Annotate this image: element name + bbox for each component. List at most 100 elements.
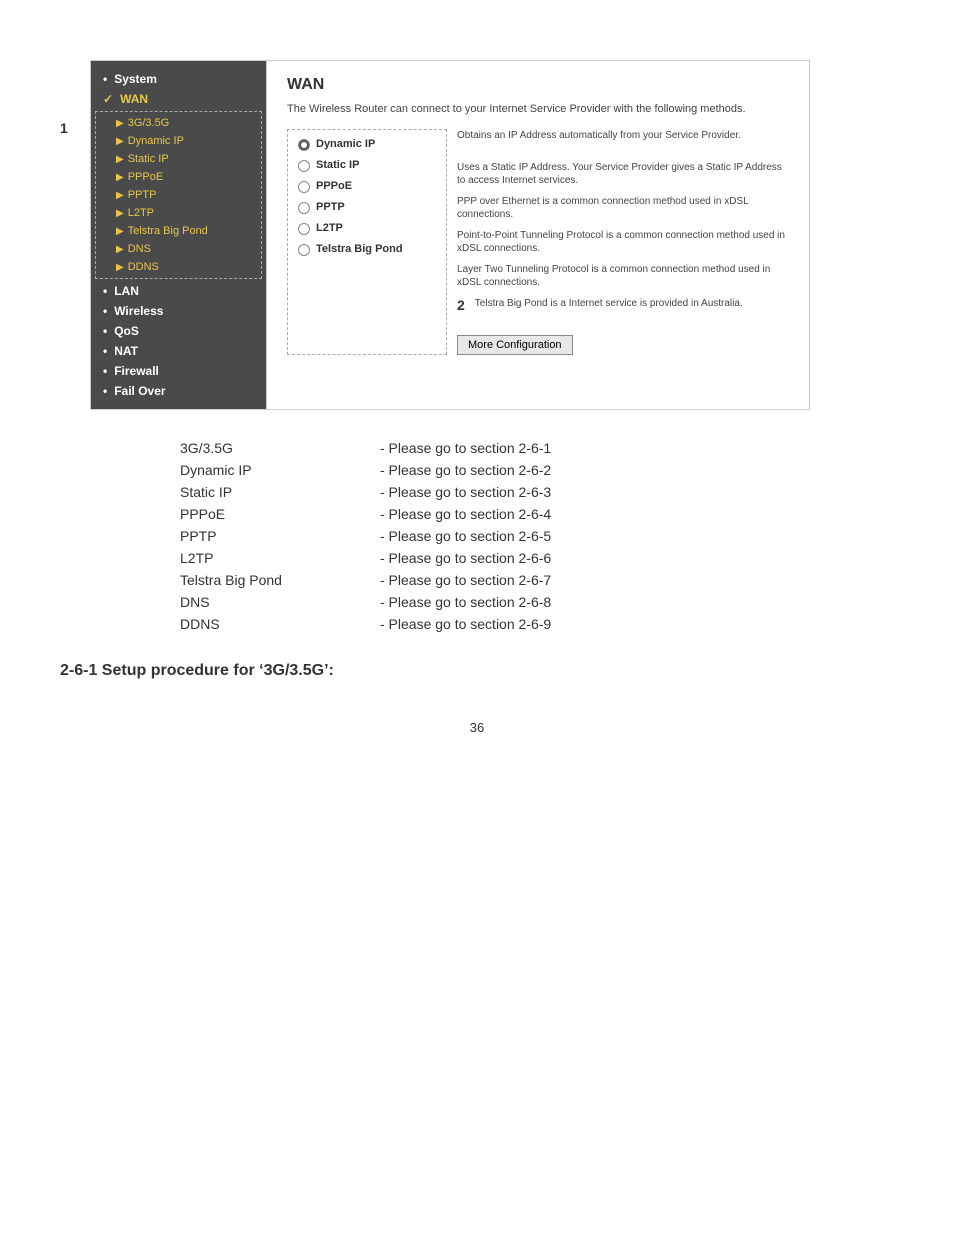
section-list-item: Telstra Big Pond- Please go to section 2… [180, 572, 894, 588]
arrow-icon: ▶ [116, 154, 124, 165]
options-dashed-box: Dynamic IP Static IP PPPoE PPTP [287, 129, 447, 355]
section-item-ref: - Please go to section 2-6-1 [380, 440, 551, 456]
desc-pptp: Point-to-Point Tunneling Protocol is a c… [457, 229, 789, 255]
sidebar-ddns-label: DDNS [128, 261, 159, 273]
arrow-icon: ▶ [116, 118, 124, 129]
option-label-dynamic-ip: Dynamic IP [316, 138, 375, 150]
sidebar-pptp-label: PPTP [128, 189, 157, 201]
desc-text-telstra: Telstra Big Pond is a Internet service i… [475, 297, 743, 310]
desc-dynamic-ip: Obtains an IP Address automatically from… [457, 129, 789, 153]
section-item-label: Dynamic IP [180, 462, 380, 478]
sidebar-item-pptp[interactable]: ▶ PPTP [96, 186, 261, 204]
sidebar-item-wireless[interactable]: Wireless [91, 301, 266, 321]
sidebar-item-wan[interactable]: ✓ WAN [91, 89, 266, 109]
section-item-ref: - Please go to section 2-6-4 [380, 506, 551, 522]
option-row-pppoe: PPPoE [298, 180, 436, 193]
desc-text-pptp: Point-to-Point Tunneling Protocol is a c… [457, 229, 789, 255]
section-item-ref: - Please go to section 2-6-9 [380, 616, 551, 632]
arrow-icon: ▶ [116, 172, 124, 183]
sidebar-wireless-label: Wireless [114, 304, 163, 318]
sidebar-item-nat[interactable]: NAT [91, 341, 266, 361]
option-label-telstra: Telstra Big Pond [316, 243, 403, 255]
sidebar-telstra-label: Telstra Big Pond [128, 225, 208, 237]
router-ui-wrapper: 1 System ✓ WAN ▶ 3G/3.5G ▶ [60, 60, 894, 410]
more-config-wrapper: More Configuration [457, 329, 789, 355]
desc-static-ip: Uses a Static IP Address. Your Service P… [457, 161, 789, 187]
sidebar-item-static-ip[interactable]: ▶ Static IP [96, 150, 261, 168]
section-item-label: 3G/3.5G [180, 440, 380, 456]
section-item-label: L2TP [180, 550, 380, 566]
router-ui: System ✓ WAN ▶ 3G/3.5G ▶ Dynamic IP [90, 60, 810, 410]
sidebar-item-lan[interactable]: LAN [91, 281, 266, 301]
section-item-ref: - Please go to section 2-6-2 [380, 462, 551, 478]
radio-pptp[interactable] [298, 202, 310, 214]
sidebar-system-label: System [114, 72, 157, 86]
arrow-icon: ▶ [116, 136, 124, 147]
option-label-static-ip: Static IP [316, 159, 359, 171]
sidebar-pppoe-label: PPPoE [128, 171, 163, 183]
section-item-label: DDNS [180, 616, 380, 632]
sidebar-qos-label: QoS [114, 324, 139, 338]
radio-static-ip[interactable] [298, 160, 310, 172]
arrow-icon: ▶ [116, 190, 124, 201]
sidebar-3g35g-label: 3G/3.5G [128, 117, 170, 129]
option-label-l2tp: L2TP [316, 222, 343, 234]
sidebar-l2tp-label: L2TP [128, 207, 154, 219]
radio-l2tp[interactable] [298, 223, 310, 235]
step-2-marker: 2 [457, 297, 465, 313]
option-row-pptp: PPTP [298, 201, 436, 214]
sidebar-item-failover[interactable]: Fail Over [91, 381, 266, 401]
section-list-item: Dynamic IP- Please go to section 2-6-2 [180, 462, 894, 478]
step-1-marker: 1 [60, 120, 80, 136]
radio-dynamic-ip[interactable] [298, 139, 310, 151]
section-item-ref: - Please go to section 2-6-8 [380, 594, 551, 610]
arrow-icon: ▶ [116, 208, 124, 219]
desc-text-l2tp: Layer Two Tunneling Protocol is a common… [457, 263, 789, 289]
desc-text-static-ip: Uses a Static IP Address. Your Service P… [457, 161, 789, 187]
radio-pppoe[interactable] [298, 181, 310, 193]
section-list-item: Static IP- Please go to section 2-6-3 [180, 484, 894, 500]
option-row-dynamic-ip: Dynamic IP [298, 138, 436, 151]
section-list-item: 3G/3.5G- Please go to section 2-6-1 [180, 440, 894, 456]
page-container: 1 System ✓ WAN ▶ 3G/3.5G ▶ [0, 0, 954, 775]
sidebar: System ✓ WAN ▶ 3G/3.5G ▶ Dynamic IP [91, 61, 266, 409]
sidebar-item-pppoe[interactable]: ▶ PPPoE [96, 168, 261, 186]
section-item-ref: - Please go to section 2-6-6 [380, 550, 551, 566]
radio-telstra[interactable] [298, 244, 310, 256]
desc-text-dynamic-ip: Obtains an IP Address automatically from… [457, 129, 741, 142]
section-item-ref: - Please go to section 2-6-3 [380, 484, 551, 500]
arrow-icon: ▶ [116, 244, 124, 255]
section-item-label: Static IP [180, 484, 380, 500]
sidebar-item-dns[interactable]: ▶ DNS [96, 240, 261, 258]
sidebar-failover-label: Fail Over [114, 384, 165, 398]
sidebar-item-3g35g[interactable]: ▶ 3G/3.5G [96, 114, 261, 132]
section-list-item: DNS- Please go to section 2-6-8 [180, 594, 894, 610]
option-row-static-ip: Static IP [298, 159, 436, 172]
page-number: 36 [60, 720, 894, 735]
sidebar-dynamic-ip-label: Dynamic IP [128, 135, 184, 147]
desc-telstra: 2 Telstra Big Pond is a Internet service… [457, 297, 789, 321]
sidebar-item-dynamic-ip[interactable]: ▶ Dynamic IP [96, 132, 261, 150]
sidebar-wan-label: WAN [120, 92, 148, 106]
option-row-l2tp: L2TP [298, 222, 436, 235]
desc-pppoe: PPP over Ethernet is a common connection… [457, 195, 789, 221]
option-label-pppoe: PPPoE [316, 180, 352, 192]
section-item-label: PPPoE [180, 506, 380, 522]
sidebar-nat-label: NAT [114, 344, 138, 358]
sidebar-item-l2tp[interactable]: ▶ L2TP [96, 204, 261, 222]
section-list-item: L2TP- Please go to section 2-6-6 [180, 550, 894, 566]
sidebar-item-ddns[interactable]: ▶ DDNS [96, 258, 261, 276]
section-item-ref: - Please go to section 2-6-7 [380, 572, 551, 588]
sidebar-dns-label: DNS [128, 243, 151, 255]
sidebar-item-system[interactable]: System [91, 69, 266, 89]
sidebar-item-telstra[interactable]: ▶ Telstra Big Pond [96, 222, 261, 240]
section-list-item: DDNS- Please go to section 2-6-9 [180, 616, 894, 632]
section-list-item: PPPoE- Please go to section 2-6-4 [180, 506, 894, 522]
section-list-item: PPTP- Please go to section 2-6-5 [180, 528, 894, 544]
sidebar-item-firewall[interactable]: Firewall [91, 361, 266, 381]
section-item-label: PPTP [180, 528, 380, 544]
option-row-telstra: Telstra Big Pond [298, 243, 436, 256]
more-config-button[interactable]: More Configuration [457, 335, 573, 355]
section-list: 3G/3.5G- Please go to section 2-6-1Dynam… [180, 440, 894, 632]
sidebar-item-qos[interactable]: QoS [91, 321, 266, 341]
